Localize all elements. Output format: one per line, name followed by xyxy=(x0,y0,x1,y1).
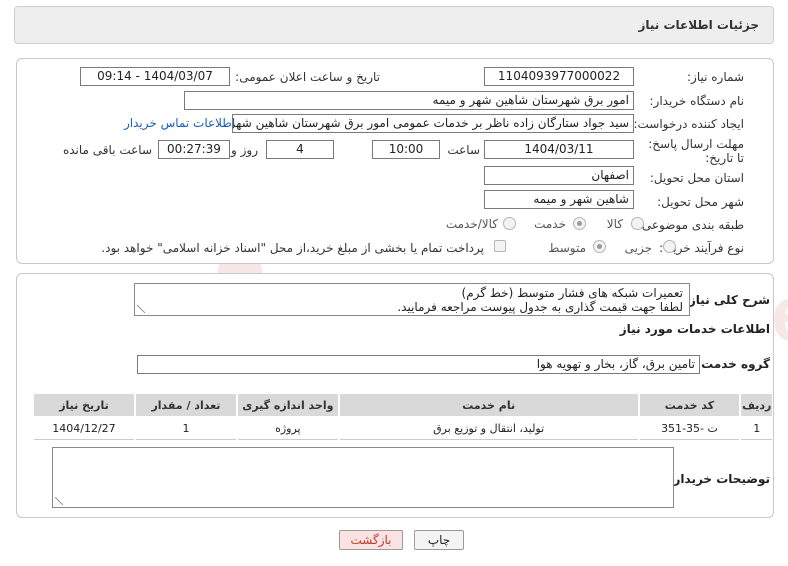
cell-service-code: ت -35-351 xyxy=(639,418,740,440)
treasury-checkbox[interactable] xyxy=(494,240,506,252)
need-number-label: شماره نیاز: xyxy=(687,70,744,84)
announce-label: تاریخ و ساعت اعلان عمومی: xyxy=(235,70,380,84)
description-textarea: تعمیرات شبکه های فشار متوسط (خط گرم) لطف… xyxy=(134,283,690,316)
province-field: اصفهان xyxy=(484,166,634,185)
table-row: 1 ت -35-351 تولید، انتقال و توزیع برق پر… xyxy=(34,418,772,440)
col-service-name: نام خدمت xyxy=(339,394,638,416)
days-field: 4 xyxy=(266,140,334,159)
buyer-org-label: نام دستگاه خریدار: xyxy=(649,94,745,108)
process-radio-minor[interactable] xyxy=(663,240,676,253)
category-option-service: خدمت xyxy=(534,217,566,231)
col-unit: واحد اندازه گیری xyxy=(237,394,338,416)
col-service-code: کد خدمت xyxy=(639,394,740,416)
print-button[interactable]: چاپ xyxy=(414,530,464,550)
services-section-title: اطلاعات خدمات مورد نیاز xyxy=(619,322,770,336)
deadline-hour-label: ساعت xyxy=(447,143,480,157)
city-field: شاهین شهر و میمه xyxy=(484,190,634,209)
deadline-label: مهلت ارسال پاسخ: تا تاریخ: xyxy=(648,137,744,165)
cell-unit: پروژه xyxy=(237,418,338,440)
process-radio-medium[interactable] xyxy=(593,240,606,253)
description-line-1: تعمیرات شبکه های فشار متوسط (خط گرم) xyxy=(461,286,683,300)
cell-quantity: 1 xyxy=(135,418,236,440)
remaining-time-field: 00:27:39 xyxy=(158,140,230,159)
process-option-medium: متوسط xyxy=(548,241,586,255)
province-label: استان محل تحویل: xyxy=(649,171,744,185)
deadline-date-field: 1404/03/11 xyxy=(484,140,634,159)
notes-resize-handle[interactable] xyxy=(55,497,63,505)
category-option-goods: کالا xyxy=(606,217,623,231)
resize-handle[interactable] xyxy=(137,305,145,313)
description-label: شرح کلی نیاز: xyxy=(684,293,770,307)
description-line-2: لطفا جهت قیمت گذاری به جدول پیوست مراجعه… xyxy=(397,300,683,314)
col-quantity: تعداد / مقدار xyxy=(135,394,236,416)
category-radio-goods[interactable] xyxy=(631,217,644,230)
service-group-field: تامین برق، گاز، بخار و تهویه هوا xyxy=(137,355,700,374)
creator-label: ایجاد کننده درخواست: xyxy=(633,117,744,131)
city-label: شهر محل تحویل: xyxy=(657,195,744,209)
col-need-date: تاریخ نیاز xyxy=(34,394,134,416)
back-button[interactable]: بازگشت xyxy=(339,530,403,550)
process-option-minor: جزیی xyxy=(624,241,652,255)
col-row: ردیف xyxy=(741,394,772,416)
category-label: طبقه بندی موضوعی: xyxy=(637,218,744,232)
cell-need-date: 1404/12/27 xyxy=(34,418,134,440)
days-label: روز و xyxy=(231,143,258,157)
service-group-label: گروه خدمت: xyxy=(696,357,770,371)
deadline-label-text: مهلت ارسال پاسخ: تا تاریخ: xyxy=(648,137,744,165)
buyer-org-field: امور برق شهرستان شاهین شهر و میمه xyxy=(184,91,634,110)
announce-datetime-field: 1404/03/07 - 09:14 xyxy=(80,67,230,86)
need-number-field: 1104093977000022 xyxy=(484,67,634,86)
header-bar: جزئیات اطلاعات نیاز xyxy=(14,6,774,44)
deadline-time-field: 10:00 xyxy=(372,140,440,159)
creator-field: سید جواد ستارگان زاده ناظر بر خدمات عموم… xyxy=(232,114,634,133)
remaining-label: ساعت باقی مانده xyxy=(62,143,152,157)
category-radio-service[interactable] xyxy=(573,217,586,230)
buyer-notes-label: توضیحات خریدار: xyxy=(668,472,770,486)
buyer-contact-link[interactable]: اطلاعات تماس خریدار xyxy=(124,116,235,130)
payment-note: پرداخت تمام یا بخشی از مبلغ خرید،از محل … xyxy=(101,241,484,255)
cell-row: 1 xyxy=(741,418,772,440)
category-radio-goods-service[interactable] xyxy=(503,217,516,230)
category-option-goods-service: کالا/خدمت xyxy=(445,217,498,231)
cell-service-name: تولید، انتقال و توزیع برق xyxy=(339,418,638,440)
services-table: ردیف کد خدمت نام خدمت واحد اندازه گیری ت… xyxy=(32,392,774,442)
buyer-notes-textarea[interactable] xyxy=(52,447,674,508)
table-header-row: ردیف کد خدمت نام خدمت واحد اندازه گیری ت… xyxy=(34,394,772,416)
page-title: جزئیات اطلاعات نیاز xyxy=(638,18,759,32)
